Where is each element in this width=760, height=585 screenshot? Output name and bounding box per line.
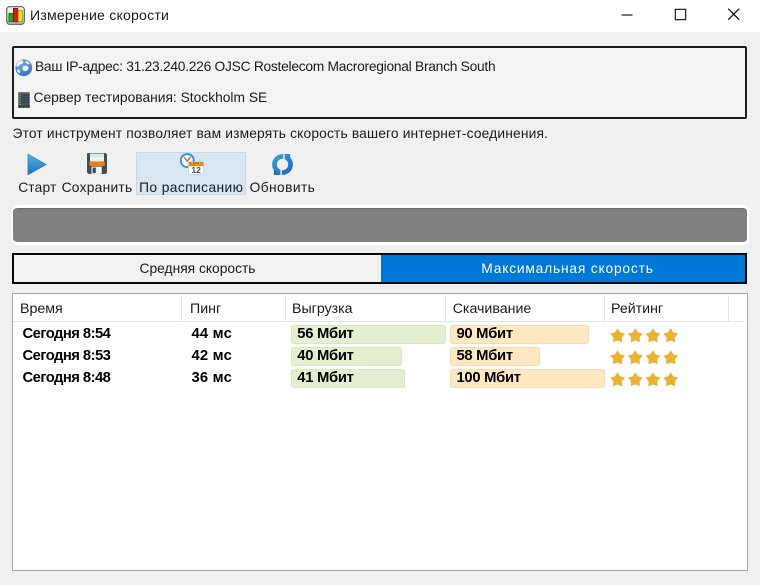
svg-text:12: 12 — [191, 165, 201, 175]
